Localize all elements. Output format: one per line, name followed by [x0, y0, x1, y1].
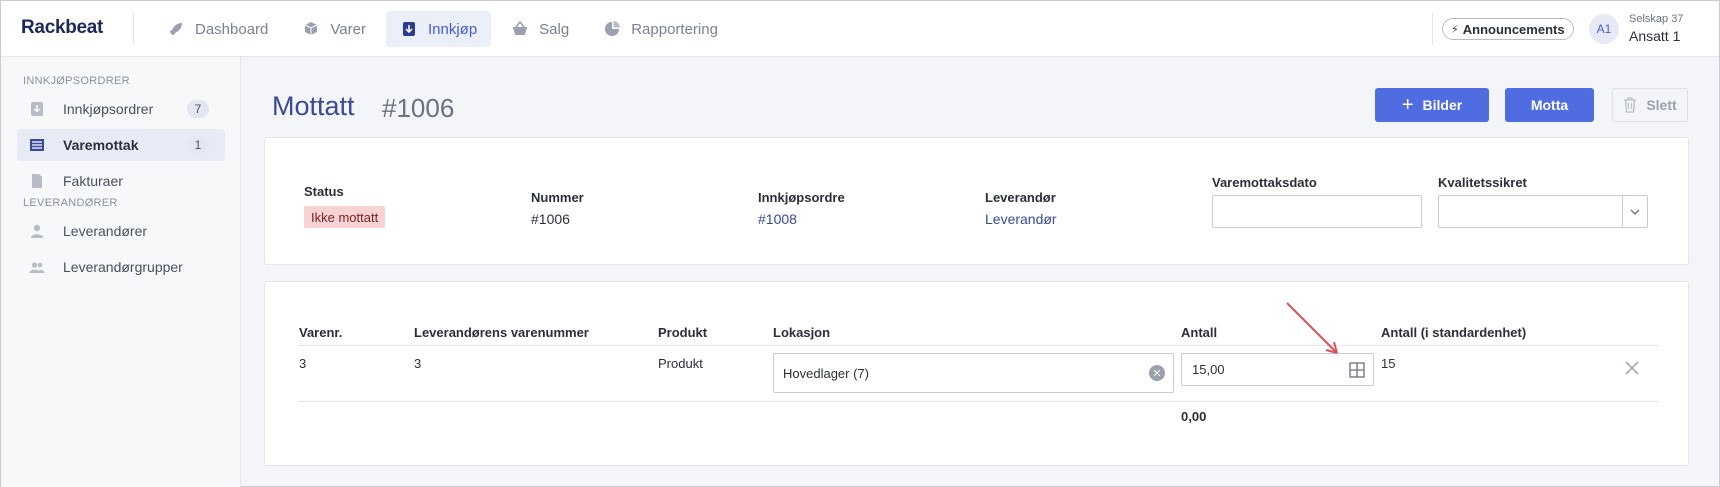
download-icon: [29, 101, 45, 117]
sidebar-item-leverandorer[interactable]: Leverandører: [17, 215, 225, 247]
col-antall: Antall: [1181, 325, 1218, 340]
user-icon: [29, 223, 45, 239]
kvalitetssikret-label: Kvalitetssikret: [1438, 175, 1527, 190]
main-nav: Dashboard Varer Innkjøp Salg Rapporterin…: [153, 11, 738, 47]
user-name[interactable]: Ansatt 1: [1629, 28, 1680, 44]
innkjopsordre-link[interactable]: #1008: [758, 211, 797, 227]
sidebar-item-varemottak[interactable]: Varemottak 1: [17, 129, 225, 161]
lokasjon-select[interactable]: Hovedlager (7) ✕: [773, 353, 1174, 393]
topbar-divider: [1432, 13, 1433, 45]
antall-input[interactable]: 15,00: [1181, 353, 1374, 386]
col-produkt: Produkt: [658, 325, 708, 340]
sidebar-item-innkjopsordrer[interactable]: Innkjøpsordrer 7: [17, 93, 225, 125]
rocket-icon: [167, 20, 185, 38]
box-icon: [302, 20, 320, 38]
nav-label: Rapportering: [631, 20, 718, 38]
leverandor-link[interactable]: Leverandør: [985, 211, 1057, 227]
basket-icon: [511, 20, 529, 38]
status-badge: Ikke mottatt: [304, 206, 386, 228]
bilder-button[interactable]: + Bilder: [1375, 88, 1489, 122]
nummer-label: Nummer: [531, 190, 584, 205]
download-icon: [400, 20, 418, 38]
motta-button[interactable]: Motta: [1505, 88, 1594, 122]
slett-button[interactable]: Slett: [1612, 88, 1688, 122]
sidebar-section-innkjopsordrer: INNKJØPSORDRER: [23, 75, 130, 87]
sidebar-item-label: Varemottak: [63, 137, 139, 153]
leverandor-label: Leverandør: [985, 190, 1056, 205]
nav-label: Salg: [539, 20, 570, 38]
kvalitetssikret-select[interactable]: [1438, 195, 1648, 228]
pie-chart-icon: [603, 20, 621, 38]
innkjopsordre-label: Innkjøpsordre: [758, 190, 845, 205]
sidebar-section-leverandorer: LEVERANDØRER: [23, 197, 118, 209]
annotation-arrow-icon: [1286, 302, 1338, 354]
col-leverandor-varenummer: Leverandørens varenummer: [414, 325, 589, 340]
sidebar-item-label: Leverandørgrupper: [63, 259, 183, 275]
page-title: Mottatt: [272, 91, 355, 121]
row-divider: [298, 401, 1658, 402]
sidebar-item-fakturaer[interactable]: Fakturaer: [17, 165, 225, 197]
sidebar: INNKJØPSORDRER Innkjøpsordrer 7 Varemott…: [1, 57, 241, 487]
avatar[interactable]: A1: [1589, 14, 1619, 44]
nummer-value: #1006: [531, 211, 570, 227]
close-icon[interactable]: [1624, 360, 1640, 376]
plus-icon: +: [1401, 94, 1414, 116]
varemottaksdato-input[interactable]: [1212, 195, 1422, 228]
users-icon: [29, 259, 45, 275]
nav-salg[interactable]: Salg: [497, 11, 583, 47]
chevron-down-icon[interactable]: [1622, 196, 1647, 227]
trash-icon: [1623, 97, 1637, 113]
row-produkt: Produkt: [658, 356, 703, 371]
bilder-label: Bilder: [1422, 97, 1463, 113]
antall-value: 15,00: [1192, 362, 1225, 377]
row-leverandor-varenummer: 3: [414, 356, 422, 371]
status-label: Status: [304, 184, 344, 199]
logo-divider: [133, 13, 134, 45]
varemottaksdato-label: Varemottaksdato: [1212, 175, 1317, 190]
calculator-icon[interactable]: [1349, 362, 1365, 378]
lokasjon-value: Hovedlager (7): [783, 365, 869, 381]
app-logo[interactable]: Rackbeat: [21, 17, 103, 39]
row-varenr: 3: [299, 356, 307, 371]
nav-label: Dashboard: [195, 20, 269, 38]
company-name[interactable]: Selskap 37: [1629, 13, 1683, 25]
slett-label: Slett: [1646, 97, 1677, 113]
count-badge: 7: [187, 100, 209, 118]
nav-dashboard[interactable]: Dashboard: [153, 11, 282, 47]
col-lokasjon: Lokasjon: [773, 325, 831, 340]
sidebar-item-label: Fakturaer: [63, 173, 123, 189]
file-icon: [29, 173, 45, 189]
header-divider: [298, 345, 1658, 346]
list-icon: [29, 137, 45, 153]
clear-icon[interactable]: ✕: [1149, 365, 1165, 381]
col-antall-standardenhet: Antall (i standardenhet): [1381, 325, 1527, 340]
col-varenr: Varenr.: [299, 325, 343, 340]
nav-label: Varer: [330, 20, 366, 38]
announcements-button[interactable]: ⚡ Announcements: [1442, 18, 1574, 40]
top-bar: Rackbeat Dashboard Varer Innkjøp Salg Ra…: [1, 1, 1719, 57]
nav-label: Innkjøp: [427, 20, 478, 38]
nav-varer[interactable]: Varer: [288, 11, 380, 47]
antall-total: 0,00: [1181, 409, 1207, 424]
bolt-icon: ⚡: [1451, 23, 1459, 36]
page-number: #1006: [382, 93, 455, 123]
nav-rapportering[interactable]: Rapportering: [589, 11, 732, 47]
sidebar-item-label: Innkjøpsordrer: [63, 101, 154, 117]
row-antall-standardenhet: 15: [1381, 356, 1396, 371]
count-badge: 1: [187, 136, 209, 154]
nav-innkjop[interactable]: Innkjøp: [385, 11, 492, 47]
sidebar-item-leverandorgrupper[interactable]: Leverandørgrupper: [17, 251, 225, 283]
sidebar-item-label: Leverandører: [63, 223, 148, 239]
announcements-label: Announcements: [1462, 21, 1565, 37]
